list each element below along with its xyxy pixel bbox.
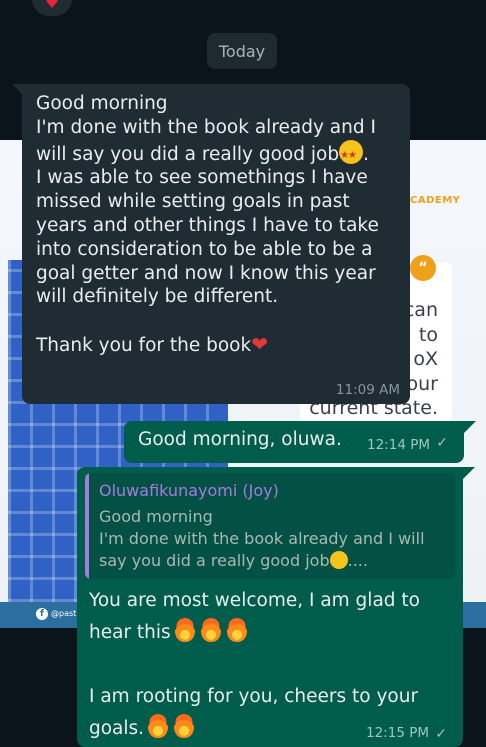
message-time: 12:15 PM [366,725,429,741]
message-reaction[interactable]: ♥ [32,0,72,16]
fire-emoji-icon [174,714,195,738]
outgoing-message-text: Good morning, oluwa. [138,429,342,450]
message-time: 11:09 AM [335,382,400,398]
fire-emoji-icon [148,714,169,738]
quoted-message[interactable]: Oluwafikunayomi (Joy) Good morning I'm do… [85,473,455,579]
star-struck-emoji-icon [329,551,348,569]
facebook-icon: f [36,608,48,620]
fire-emoji-icon [200,618,221,642]
fire-emoji-icon [226,618,247,642]
incoming-message-text: Good morning I'm done with the book alre… [36,92,402,358]
quoted-text: Good morning I'm done with the book alrea… [99,507,425,570]
outgoing-reply-bubble[interactable]: Oluwafikunayomi (Joy) Good morning I'm do… [77,467,463,747]
read-check-icon: ✓ [435,726,447,742]
outgoing-message-bubble[interactable]: Good morning, oluwa. 12:14 PM ✓ [124,421,464,463]
read-check-icon: ✓ [436,435,448,451]
fire-emoji-icon [174,618,195,642]
red-heart-emoji-icon: ❤ [251,331,268,356]
reply-message-text: You are most welcome, I am glad to hear … [89,590,426,739]
quoted-author: Oluwafikunayomi (Joy) [99,481,279,500]
quote-badge-icon: “ [410,255,436,281]
incoming-message-bubble[interactable]: Good morning I'm done with the book alre… [22,84,410,404]
wallpaper-academy-text: CADEMY [410,195,461,206]
quote-accent-bar [85,473,89,579]
outgoing-bubble-tail [463,467,475,479]
date-separator: Today [207,33,277,69]
heart-icon: ♥ [44,0,60,12]
wallpaper-handle: @past [51,609,77,618]
outgoing-bubble-tail [464,421,476,433]
message-time: 12:14 PM [367,437,430,453]
star-struck-emoji-icon [339,139,364,167]
